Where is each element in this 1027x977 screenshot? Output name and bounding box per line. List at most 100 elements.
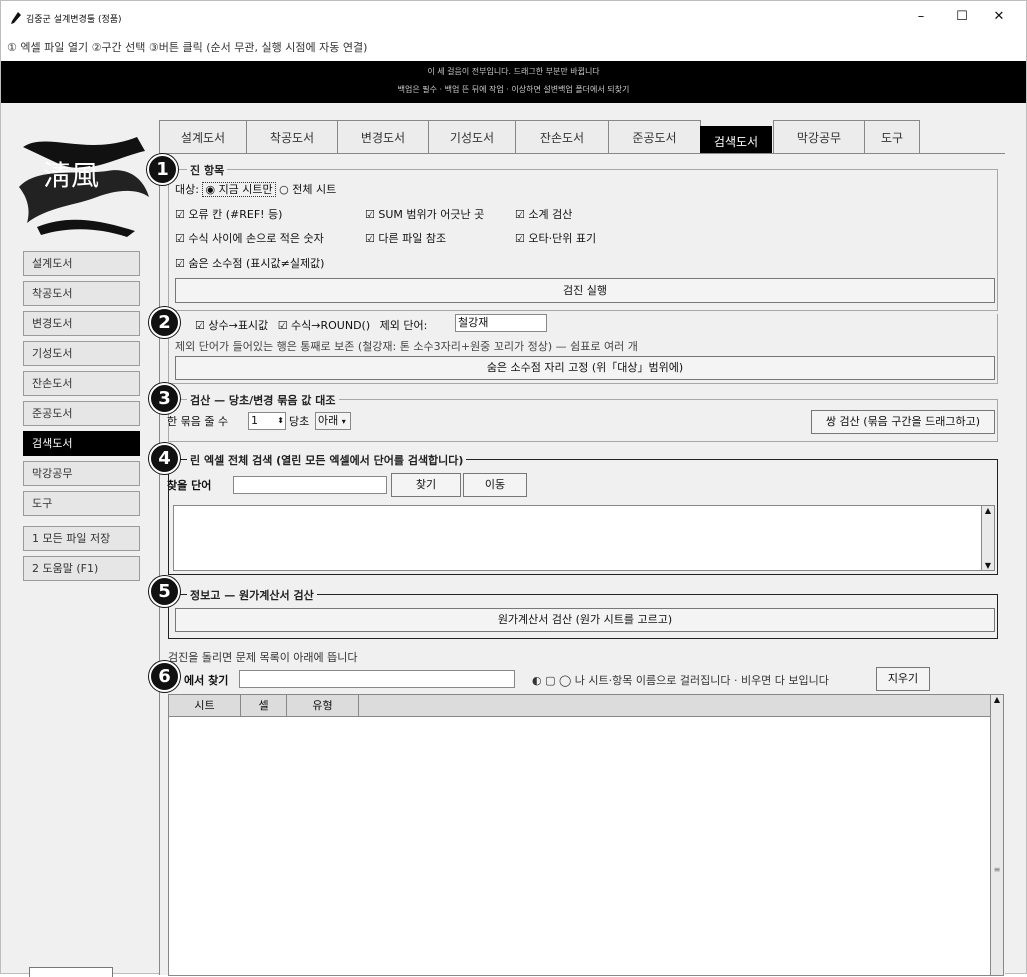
- close-button[interactable]: ✕: [984, 7, 1014, 27]
- sidebar-item-progress[interactable]: 기성도서: [23, 341, 140, 366]
- original-position-value: 아래: [318, 414, 339, 427]
- steps-hint: ① 엑셀 파일 열기 ②구간 선택 ③버튼 클릭 (순서 무관, 실행 시점에 …: [1, 35, 1026, 61]
- check-typo-unit[interactable]: ☑ 오타·단위 표기: [515, 230, 596, 246]
- step-badge-5: 5: [149, 576, 180, 607]
- tab-tools[interactable]: 도구: [864, 120, 920, 154]
- window-title: 김중군 설계변경툴 (정품): [26, 14, 122, 25]
- check-sum-range-label: SUM 범위가 어긋난 곳: [378, 208, 485, 221]
- check-const-display[interactable]: ☑ 상수→표시값: [195, 317, 268, 333]
- radio-all-label: 전체 시트: [292, 183, 337, 196]
- results-scrollbar[interactable]: ▲ ▼: [981, 506, 994, 570]
- check-formula-round[interactable]: ☑ 수식→ROUND(): [278, 317, 370, 333]
- save-all-button[interactable]: 1 모든 파일 저장: [23, 526, 140, 551]
- search-word-input[interactable]: [233, 476, 387, 494]
- exclude-label: 제외 단어:: [379, 319, 428, 332]
- exclude-note: 제외 단어가 들어있는 행은 통째로 보존 (철강재: 톤 소수3자리+원중 꼬…: [175, 340, 638, 353]
- results-hint: 검진을 돌리면 문제 목록이 아래에 뜹니다: [168, 651, 358, 664]
- radio-current-sheet[interactable]: ◉ 지금 시트만: [202, 182, 276, 197]
- spin-icon[interactable]: ⬍: [277, 413, 284, 429]
- step-badge-6: 6: [149, 661, 180, 692]
- table-scroll-up-icon[interactable]: ▲: [991, 695, 1003, 704]
- move-button[interactable]: 이동: [463, 473, 527, 497]
- sidebar-item-completion[interactable]: 준공도서: [23, 401, 140, 426]
- sidebar-item-search[interactable]: 검색도서: [23, 431, 140, 456]
- section-3-title: 검산 — 당초/변경 묶음 값 대조: [187, 392, 339, 408]
- step-badge-1: 1: [147, 154, 178, 185]
- section-decimal-fix: ☑ 상수→표시값 ☑ 수식→ROUND() 제외 단어: 철강재 제외 단어가 …: [168, 314, 998, 384]
- check-external-ref-label: 다른 파일 참조: [378, 232, 447, 245]
- tab-progress[interactable]: 기성도서: [428, 120, 516, 154]
- tab-start[interactable]: 착공도서: [246, 120, 338, 154]
- check-hidden-decimal[interactable]: ☑ 숨은 소수점 (표시값≠실제값): [175, 255, 324, 271]
- results-table: 시트 셀 유형 ▲ ≡: [168, 694, 1004, 976]
- clear-button[interactable]: 지우기: [876, 667, 930, 691]
- sidebar-item-change[interactable]: 변경도서: [23, 311, 140, 336]
- radio-all-sheets[interactable]: ○ 전체 시트: [279, 183, 336, 196]
- title-bar: 김중군 설계변경툴 (정품) – ☐ ✕: [1, 1, 1026, 35]
- check-subtotal-label: 소계 검산: [528, 208, 573, 221]
- app-window: 김중군 설계변경툴 (정품) – ☐ ✕ ① 엑셀 파일 열기 ②구간 선택 ③…: [0, 0, 1027, 977]
- original-position-select[interactable]: 아래 ▾: [315, 412, 351, 430]
- search-results-box[interactable]: ▲ ▼: [173, 505, 995, 571]
- step-badge-2: 2: [149, 307, 180, 338]
- col-type[interactable]: 유형: [287, 695, 359, 717]
- cost-check-button[interactable]: 원가계산서 검산 (원가 시트를 고르고): [175, 608, 995, 632]
- help-button[interactable]: 2 도움말 (F1): [23, 556, 140, 581]
- col-cell[interactable]: 셀: [241, 695, 287, 717]
- minimize-button[interactable]: –: [906, 7, 936, 27]
- check-external-ref[interactable]: ☑ 다른 파일 참조: [365, 230, 446, 246]
- pair-check-button[interactable]: 쌍 검산 (묶음 구간을 드래그하고): [811, 410, 995, 434]
- search-panel: 진 항목 대상: ◉ 지금 시트만 ○ 전체 시트 ☑ 오류 칸 (#REF! …: [147, 153, 1005, 976]
- tab-remainder[interactable]: 잔손도서: [515, 120, 609, 154]
- section-cost-check: 정보고 — 원가계산서 검산 원가계산서 검산 (원가 시트를 고르고): [168, 587, 998, 639]
- check-subtotal[interactable]: ☑ 소계 검산: [515, 206, 572, 222]
- fix-decimal-button[interactable]: 숨은 소수점 자리 고정 (위「대상」범위에): [175, 356, 995, 380]
- maximize-button[interactable]: ☐: [947, 7, 977, 27]
- sidebar-item-start[interactable]: 착공도서: [23, 281, 140, 306]
- check-error-cell-label: 오류 칸 (#REF! 등): [188, 208, 283, 221]
- scroll-down-icon[interactable]: ▼: [982, 561, 994, 570]
- tab-work[interactable]: 막강공무: [773, 120, 865, 154]
- check-manual-number[interactable]: ☑ 수식 사이에 손으로 적은 숫자: [175, 230, 324, 246]
- sidebar-item-design[interactable]: 설계도서: [23, 251, 140, 276]
- tab-change[interactable]: 변경도서: [337, 120, 429, 154]
- col-filler: [359, 695, 991, 717]
- check-const-display-label: 상수→표시값: [208, 319, 269, 332]
- check-typo-unit-label: 오타·단위 표기: [528, 232, 597, 245]
- chevron-down-icon: ▾: [341, 417, 346, 426]
- col-sheet[interactable]: 시트: [169, 695, 241, 717]
- section-5-title: 정보고 — 원가계산서 검산: [187, 587, 317, 603]
- rows-per-group-stepper[interactable]: 1 ⬍: [248, 412, 286, 430]
- exclude-word-input[interactable]: 철강재: [455, 314, 547, 332]
- logo-text: 淸風: [43, 159, 99, 192]
- info-banner: 이 세 걸음이 전부입니다. 드래그한 부분만 바뀝니다 백업은 필수 · 백업…: [1, 61, 1026, 103]
- target-label: 대상:: [175, 183, 199, 196]
- original-label: 당초: [289, 415, 310, 428]
- sidebar-item-tools[interactable]: 도구: [23, 491, 140, 516]
- rows-per-group-label: 한 묶음 줄 수: [167, 415, 229, 428]
- sidebar-item-work[interactable]: 막강공무: [23, 461, 140, 486]
- sidebar-item-remainder[interactable]: 잔손도서: [23, 371, 140, 396]
- section-1-title: 진 항목: [187, 162, 228, 178]
- tab-completion[interactable]: 준공도서: [608, 120, 701, 154]
- banner-line-1: 이 세 걸음이 전부입니다. 드래그한 부분만 바뀝니다: [427, 67, 600, 76]
- status-box: [29, 967, 113, 977]
- tab-design[interactable]: 설계도서: [159, 120, 247, 154]
- check-error-cell[interactable]: ☑ 오류 칸 (#REF! 등): [175, 206, 282, 222]
- run-check-button[interactable]: 검진 실행: [175, 278, 995, 303]
- scroll-grip-icon[interactable]: ≡: [991, 865, 1003, 874]
- scroll-up-icon[interactable]: ▲: [982, 506, 994, 515]
- check-hidden-decimal-label: 숨은 소수점 (표시값≠실제값): [188, 257, 325, 270]
- section-pair-check: 검산 — 당초/변경 묶음 값 대조 한 묶음 줄 수 1 ⬍ 당초 아래 ▾ 쌍…: [167, 392, 998, 442]
- check-sum-range[interactable]: ☑ SUM 범위가 어긋난 곳: [365, 206, 484, 222]
- target-row: 대상: ◉ 지금 시트만 ○ 전체 시트: [175, 181, 336, 197]
- tab-search[interactable]: 검색도서: [700, 126, 772, 154]
- rows-per-group-row: 한 묶음 줄 수: [167, 413, 228, 429]
- radio-current-label: 지금 시트만: [218, 183, 273, 196]
- decimal-options-row: ☑ 상수→표시값 ☑ 수식→ROUND() 제외 단어:: [195, 317, 427, 333]
- find-button[interactable]: 찾기: [391, 473, 461, 497]
- results-search-input[interactable]: [239, 670, 515, 688]
- table-scrollbar[interactable]: ▲ ≡: [990, 695, 1003, 975]
- banner-line-2: 백업은 필수 · 백업 뜬 뒤에 작업 · 이상하면 설변백업 폴더에서 되찾기: [397, 85, 630, 94]
- results-search-label: 에서 찾기: [184, 674, 229, 687]
